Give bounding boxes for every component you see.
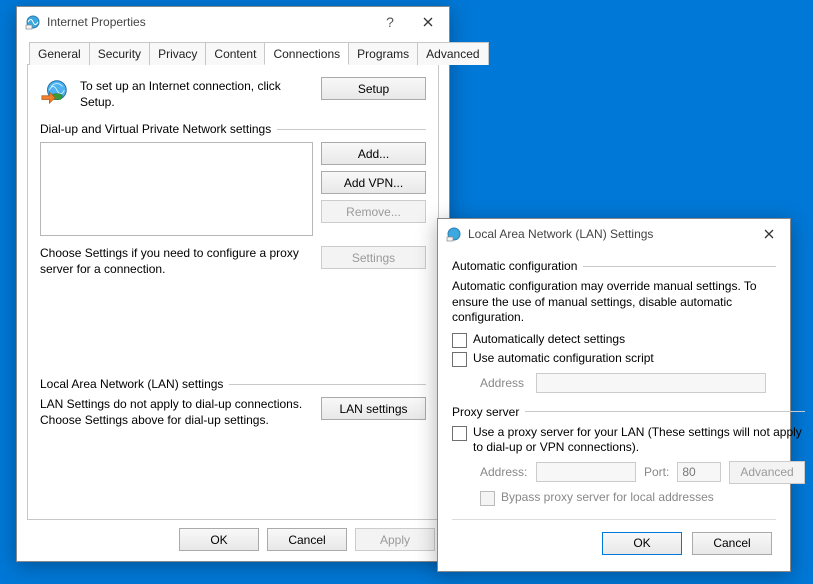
proxy-address-label: Address:: [480, 465, 528, 479]
auto-script-checkbox[interactable]: Use automatic configuration script: [452, 351, 776, 367]
setup-text: To set up an Internet connection, click …: [80, 77, 311, 110]
proxy-group: Proxy server Use a proxy server for your…: [452, 405, 805, 509]
checkbox-icon: [480, 491, 495, 506]
lan-settings-window: Local Area Network (LAN) Settings Automa…: [437, 218, 791, 572]
lan-ok-button[interactable]: OK: [602, 532, 682, 555]
apply-button: Apply: [355, 528, 435, 551]
lan-settings-button[interactable]: LAN settings: [321, 397, 426, 420]
dialup-hint: Choose Settings if you need to configure…: [40, 246, 313, 277]
help-button[interactable]: ?: [371, 8, 409, 36]
proxy-address-input: [536, 462, 636, 482]
proxy-port-input: [677, 462, 721, 482]
proxy-port-label: Port:: [644, 465, 669, 479]
auto-detect-checkbox[interactable]: Automatically detect settings: [452, 332, 776, 348]
auto-config-group: Automatic configuration Automatic config…: [452, 259, 776, 395]
auto-detect-label: Automatically detect settings: [473, 332, 625, 347]
lan-cancel-button[interactable]: Cancel: [692, 532, 772, 555]
internet-properties-window: Internet Properties ? General Security P…: [16, 6, 450, 562]
bypass-local-checkbox: Bypass proxy server for local addresses: [480, 490, 805, 506]
remove-button: Remove...: [321, 200, 426, 223]
proxy-group-label: Proxy server: [452, 405, 519, 419]
checkbox-icon: [452, 333, 467, 348]
connections-tabpanel: To set up an Internet connection, click …: [27, 65, 439, 520]
use-proxy-label: Use a proxy server for your LAN (These s…: [473, 425, 805, 455]
internet-options-icon: [25, 14, 41, 30]
close-button[interactable]: [409, 8, 447, 36]
tab-advanced[interactable]: Advanced: [417, 42, 488, 65]
lan-group: Local Area Network (LAN) settings LAN Se…: [40, 377, 426, 428]
checkbox-icon: [452, 426, 467, 441]
lan-close-button[interactable]: [750, 220, 788, 248]
use-proxy-checkbox[interactable]: Use a proxy server for your LAN (These s…: [452, 425, 805, 455]
lan-group-label: Local Area Network (LAN) settings: [40, 377, 223, 391]
lan-titlebar[interactable]: Local Area Network (LAN) Settings: [438, 219, 790, 249]
lan-window-title: Local Area Network (LAN) Settings: [468, 227, 750, 241]
tab-content[interactable]: Content: [205, 42, 265, 65]
titlebar[interactable]: Internet Properties ?: [17, 7, 449, 37]
auto-config-desc: Automatic configuration may override man…: [452, 279, 776, 326]
add-vpn-button[interactable]: Add VPN...: [321, 171, 426, 194]
checkbox-icon: [452, 352, 467, 367]
globe-arrow-icon: [40, 77, 70, 110]
lan-hint: LAN Settings do not apply to dial-up con…: [40, 397, 313, 428]
lan-dialog-buttons: OK Cancel: [452, 526, 776, 561]
tab-security[interactable]: Security: [89, 42, 150, 65]
setup-button[interactable]: Setup: [321, 77, 426, 100]
tab-privacy[interactable]: Privacy: [149, 42, 206, 65]
bypass-local-label: Bypass proxy server for local addresses: [501, 490, 714, 505]
ok-button[interactable]: OK: [179, 528, 259, 551]
auto-config-label: Automatic configuration: [452, 259, 577, 273]
auto-script-label: Use automatic configuration script: [473, 351, 654, 366]
cancel-button[interactable]: Cancel: [267, 528, 347, 551]
dialup-group-label: Dial-up and Virtual Private Network sett…: [40, 122, 271, 136]
auto-address-label: Address: [480, 376, 528, 390]
dialog-buttons: OK Cancel Apply: [27, 520, 439, 551]
proxy-advanced-button: Advanced: [729, 461, 804, 484]
tab-general[interactable]: General: [29, 42, 90, 65]
internet-options-icon: [446, 226, 462, 242]
dial-settings-button: Settings: [321, 246, 426, 269]
add-button[interactable]: Add...: [321, 142, 426, 165]
connections-listbox[interactable]: [40, 142, 313, 236]
window-title: Internet Properties: [47, 15, 371, 29]
tabstrip: General Security Privacy Content Connect…: [27, 41, 439, 65]
auto-address-input: [536, 373, 766, 393]
tab-connections[interactable]: Connections: [264, 42, 349, 65]
dialup-group: Dial-up and Virtual Private Network sett…: [40, 122, 426, 277]
tab-programs[interactable]: Programs: [348, 42, 418, 65]
